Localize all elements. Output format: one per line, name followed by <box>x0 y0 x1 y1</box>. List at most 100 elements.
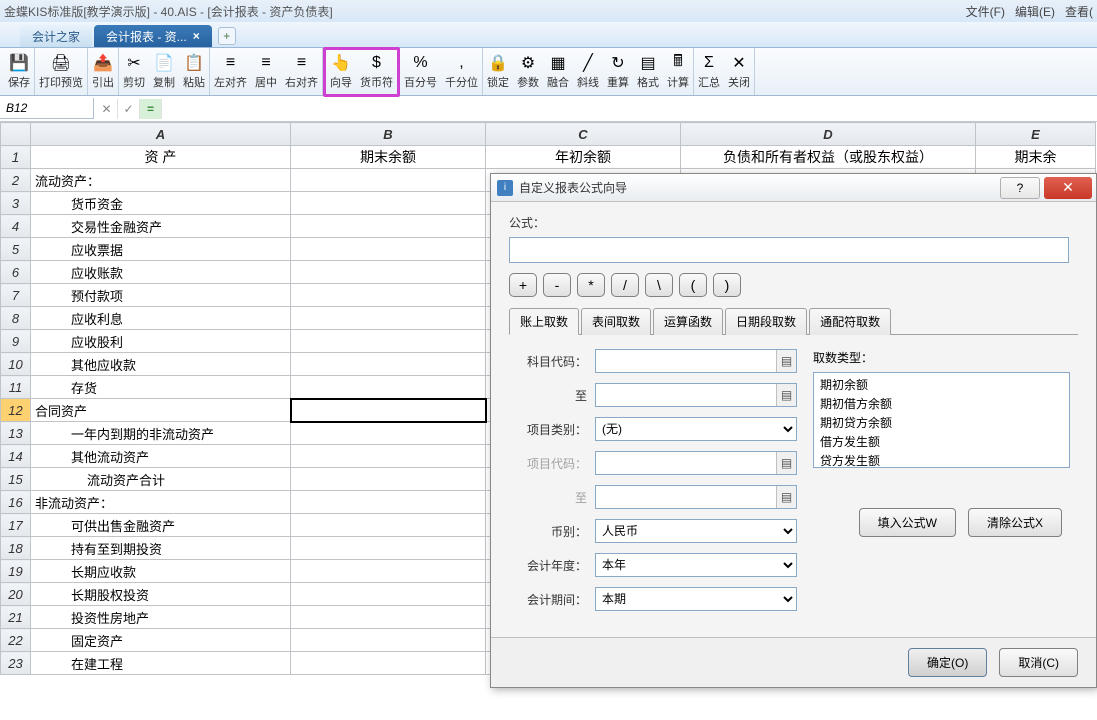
cell[interactable]: 投资性房地产 <box>31 606 291 629</box>
dlg-tab-1[interactable]: 表间取数 <box>581 308 651 335</box>
tool-斜线[interactable]: ╱斜线 <box>573 50 603 94</box>
cancel-icon[interactable]: ✕ <box>96 99 118 119</box>
help-button[interactable]: ? <box>1000 177 1040 199</box>
tool-关闭[interactable]: ✕关闭 <box>724 50 754 94</box>
tab-close-icon[interactable]: × <box>193 29 200 43</box>
cell[interactable]: 交易性金融资产 <box>31 215 291 238</box>
tool-百分号[interactable]: %百分号 <box>400 50 441 94</box>
cell[interactable]: 可供出售金融资产 <box>31 514 291 537</box>
cell[interactable]: 流动资产合计 <box>31 468 291 491</box>
cell[interactable]: 非流动资产： <box>31 491 291 514</box>
row-head[interactable]: 15 <box>1 468 31 491</box>
cell[interactable] <box>291 491 486 514</box>
type-list[interactable]: 期初余额期初借方余额期初贷方余额借方发生额贷方发生额借方累计发生额贷方累计发生额 <box>813 372 1070 468</box>
row-head[interactable]: 12 <box>1 399 31 422</box>
cell[interactable] <box>291 215 486 238</box>
cell[interactable]: 预付款项 <box>31 284 291 307</box>
cell[interactable] <box>291 652 486 675</box>
tool-粘贴[interactable]: 📋粘贴 <box>179 50 209 94</box>
header-cell[interactable]: 资 产 <box>31 146 291 169</box>
tool-剪切[interactable]: ✂剪切 <box>119 50 149 94</box>
cell[interactable] <box>291 445 486 468</box>
cell[interactable]: 应收账款 <box>31 261 291 284</box>
ok-button[interactable]: 确定(O) <box>908 648 987 677</box>
op-+[interactable]: + <box>509 273 537 297</box>
cell[interactable]: 应收股利 <box>31 330 291 353</box>
cell[interactable] <box>291 261 486 284</box>
equals-icon[interactable]: = <box>140 99 162 119</box>
cell[interactable]: 持有至到期投资 <box>31 537 291 560</box>
sheet-corner[interactable] <box>1 123 31 146</box>
cancel-button[interactable]: 取消(C) <box>999 648 1078 677</box>
menu-view[interactable]: 查看( <box>1065 3 1093 20</box>
tool-锁定[interactable]: 🔒锁定 <box>483 50 513 94</box>
cell[interactable] <box>291 583 486 606</box>
row-head[interactable]: 13 <box>1 422 31 445</box>
cell[interactable]: 合同资产 <box>31 399 291 422</box>
row-head[interactable]: 14 <box>1 445 31 468</box>
row-head[interactable]: 17 <box>1 514 31 537</box>
project-type-select[interactable]: (无) <box>595 417 797 441</box>
row-head[interactable]: 6 <box>1 261 31 284</box>
cell[interactable]: 长期应收款 <box>31 560 291 583</box>
cell[interactable] <box>291 468 486 491</box>
clear-formula-button[interactable]: 清除公式X <box>968 508 1062 537</box>
tool-计算[interactable]: 🖩计算 <box>663 50 693 94</box>
tool-打印预览[interactable]: 🖨打印预览 <box>35 50 87 94</box>
row-head[interactable]: 3 <box>1 192 31 215</box>
row-head[interactable]: 16 <box>1 491 31 514</box>
row-head[interactable]: 5 <box>1 238 31 261</box>
cell[interactable] <box>291 629 486 652</box>
cell[interactable] <box>291 376 486 399</box>
cell[interactable]: 其他应收款 <box>31 353 291 376</box>
cell[interactable] <box>291 606 486 629</box>
subject-code-to-input[interactable] <box>596 384 776 406</box>
row-head[interactable]: 11 <box>1 376 31 399</box>
cell[interactable] <box>291 399 486 422</box>
cell[interactable] <box>291 353 486 376</box>
cell[interactable] <box>291 169 486 192</box>
op-)[interactable]: ) <box>713 273 741 297</box>
type-item[interactable]: 期初余额 <box>816 375 1067 394</box>
cell[interactable] <box>291 514 486 537</box>
cell[interactable]: 固定资产 <box>31 629 291 652</box>
type-item[interactable]: 期初借方余额 <box>816 394 1067 413</box>
tab-home[interactable]: 会计之家 <box>20 25 92 47</box>
cell[interactable] <box>291 537 486 560</box>
tool-复制[interactable]: 📄复制 <box>149 50 179 94</box>
type-item[interactable]: 贷方发生额 <box>816 451 1067 468</box>
tool-向导[interactable]: 👆向导 <box>326 50 356 94</box>
cell[interactable] <box>291 330 486 353</box>
cell[interactable]: 货币资金 <box>31 192 291 215</box>
dlg-tab-0[interactable]: 账上取数 <box>509 308 579 335</box>
tool-千分位[interactable]: ,千分位 <box>441 50 482 94</box>
row-head[interactable]: 7 <box>1 284 31 307</box>
cell[interactable]: 应收利息 <box>31 307 291 330</box>
tool-重算[interactable]: ↻重算 <box>603 50 633 94</box>
type-item[interactable]: 期初贷方余额 <box>816 413 1067 432</box>
row-head[interactable]: 20 <box>1 583 31 606</box>
tool-参数[interactable]: ⚙参数 <box>513 50 543 94</box>
cell[interactable] <box>291 284 486 307</box>
row-head[interactable]: 8 <box>1 307 31 330</box>
row-head[interactable]: 18 <box>1 537 31 560</box>
dlg-tab-3[interactable]: 日期段取数 <box>725 308 807 335</box>
tool-引出[interactable]: 📤引出 <box>88 50 118 94</box>
op-/[interactable]: / <box>611 273 639 297</box>
col-head-E[interactable]: E <box>976 123 1096 146</box>
cell[interactable]: 一年内到期的非流动资产 <box>31 422 291 445</box>
cell[interactable]: 应收票据 <box>31 238 291 261</box>
row-head[interactable]: 1 <box>1 146 31 169</box>
header-cell[interactable]: 负债和所有者权益（或股东权益） <box>681 146 976 169</box>
dialog-title-bar[interactable]: i 自定义报表公式向导 ? ✕ <box>491 174 1096 202</box>
lookup-icon[interactable]: ▤ <box>776 384 796 406</box>
lookup-icon[interactable]: ▤ <box>776 486 796 508</box>
tab-add-button[interactable]: + <box>218 27 236 45</box>
cell[interactable] <box>291 422 486 445</box>
cell[interactable]: 流动资产： <box>31 169 291 192</box>
op--[interactable]: - <box>543 273 571 297</box>
row-head[interactable]: 10 <box>1 353 31 376</box>
name-box[interactable]: B12 <box>0 98 94 119</box>
op-\[interactable]: \ <box>645 273 673 297</box>
tool-格式[interactable]: ▤格式 <box>633 50 663 94</box>
